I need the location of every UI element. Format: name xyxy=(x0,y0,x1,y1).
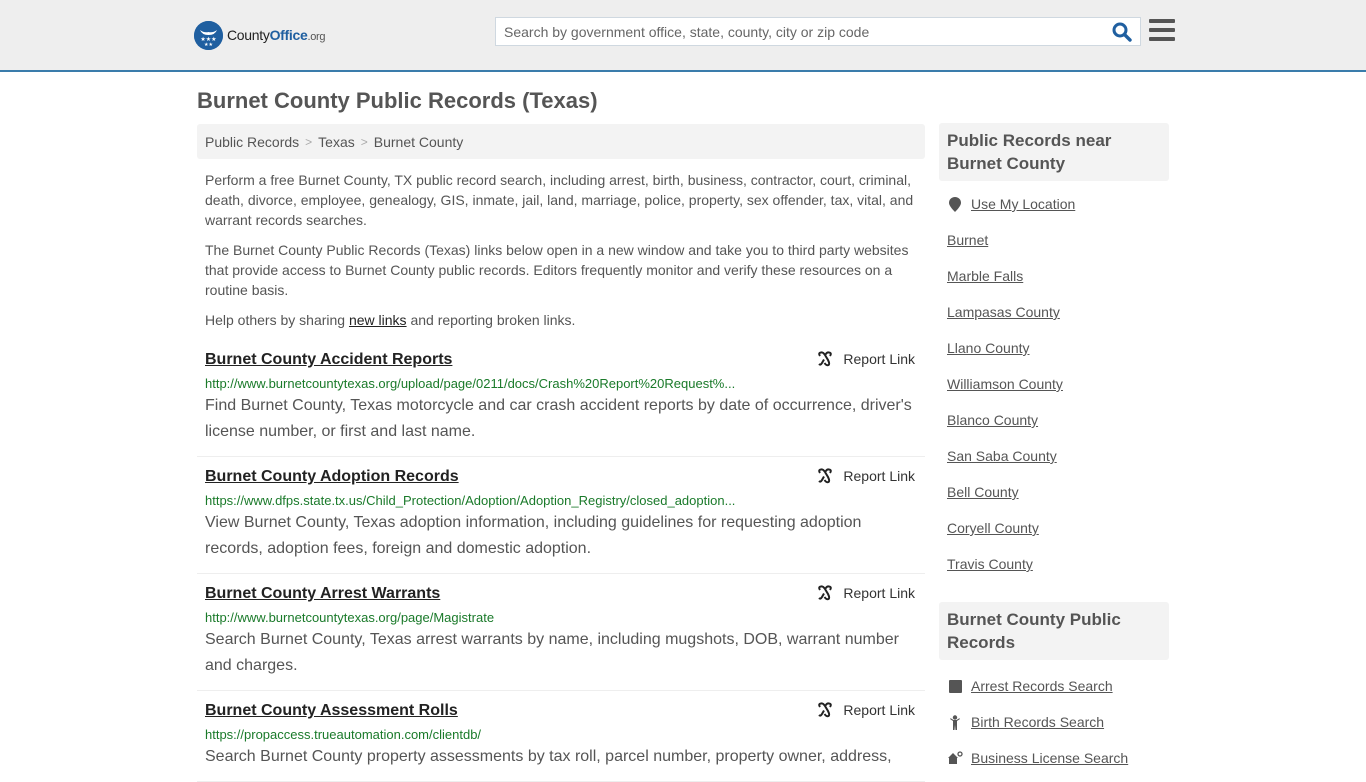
record-url: http://www.burnetcountytexas.org/page/Ma… xyxy=(205,610,495,625)
record-description: Search Burnet County property assessment… xyxy=(205,748,892,765)
new-links-link[interactable]: new links xyxy=(349,312,407,328)
business-icon xyxy=(947,751,963,765)
business-license-search-link[interactable]: Business License Search xyxy=(971,750,1128,766)
record-description: Find Burnet County, Texas motorcycle and… xyxy=(205,397,912,440)
broken-link-icon xyxy=(818,351,833,367)
broken-link-icon xyxy=(818,702,833,718)
breadcrumb-separator: > xyxy=(360,134,368,149)
nearby-link-lampasas-county[interactable]: Lampasas County xyxy=(947,304,1060,320)
nearby-item: Coryell County xyxy=(947,510,1161,546)
nearby-item: Llano County xyxy=(947,330,1161,366)
square-icon xyxy=(947,679,963,693)
nearby-item: Burnet xyxy=(947,222,1161,258)
breadcrumb: Public Records > Texas > Burnet County xyxy=(197,124,925,159)
nearby-link-williamson-county[interactable]: Williamson County xyxy=(947,376,1063,392)
breadcrumb-texas[interactable]: Texas xyxy=(318,134,355,150)
use-location-item: Use My Location xyxy=(947,186,1161,222)
intro-paragraph: The Burnet County Public Records (Texas)… xyxy=(205,242,909,298)
record-url: https://www.dfps.state.tx.us/Child_Prote… xyxy=(205,493,736,508)
nearby-heading: Public Records near Burnet County xyxy=(939,123,1169,181)
record-url: http://www.burnetcountytexas.org/upload/… xyxy=(205,376,736,391)
sidebar: Public Records near Burnet County Use My… xyxy=(939,123,1169,776)
intro-paragraph: Perform a free Burnet County, TX public … xyxy=(205,172,914,228)
broken-link-icon xyxy=(818,468,833,484)
search-input[interactable] xyxy=(496,18,1096,45)
nearby-link-coryell-county[interactable]: Coryell County xyxy=(947,520,1039,536)
breadcrumb-burnet-county[interactable]: Burnet County xyxy=(374,134,464,150)
logo-text: CountyOffice.org xyxy=(227,27,326,43)
report-link-button[interactable]: Report Link xyxy=(817,702,915,718)
record-title-link[interactable]: Burnet County Assessment Rolls xyxy=(205,701,458,721)
nearby-item: Williamson County xyxy=(947,366,1161,402)
top-header: ★★★ ★★ CountyOffice.org xyxy=(0,0,1366,72)
breadcrumb-separator: > xyxy=(305,134,313,149)
baby-icon xyxy=(947,714,963,730)
record-title-link[interactable]: Burnet County Arrest Warrants xyxy=(205,584,440,604)
record-description: View Burnet County, Texas adoption infor… xyxy=(205,514,862,557)
record-title-link[interactable]: Burnet County Adoption Records xyxy=(205,467,459,487)
report-link-button[interactable]: Report Link xyxy=(817,585,915,601)
breadcrumb-public-records[interactable]: Public Records xyxy=(205,134,299,150)
record-url: https://propaccess.trueautomation.com/cl… xyxy=(205,727,482,742)
use-my-location-link[interactable]: Use My Location xyxy=(971,196,1075,212)
site-logo[interactable]: ★★★ ★★ CountyOffice.org xyxy=(194,20,326,50)
nearby-link-bell-county[interactable]: Bell County xyxy=(947,484,1019,500)
record-description: Search Burnet County, Texas arrest warra… xyxy=(205,631,899,674)
nearby-link-san-saba-county[interactable]: San Saba County xyxy=(947,448,1057,464)
eagle-logo-icon: ★★★ ★★ xyxy=(194,20,223,50)
report-link-button[interactable]: Report Link xyxy=(817,468,915,484)
search-button[interactable] xyxy=(1112,22,1132,42)
search-icon xyxy=(1112,22,1132,42)
county-record-item: Business License Search xyxy=(947,740,1161,776)
main-content: Public Records > Texas > Burnet County P… xyxy=(197,124,925,782)
nearby-link-llano-county[interactable]: Llano County xyxy=(947,340,1030,356)
menu-bar xyxy=(1149,37,1175,41)
broken-link-icon xyxy=(818,585,833,601)
records-list: Burnet County Accident Reports Report Li… xyxy=(197,340,925,782)
map-pin-icon xyxy=(947,196,963,212)
county-record-item: Arrest Records Search xyxy=(947,668,1161,704)
svg-text:★★: ★★ xyxy=(204,42,213,48)
record-item: Burnet County Accident Reports Report Li… xyxy=(197,340,925,457)
nearby-link-blanco-county[interactable]: Blanco County xyxy=(947,412,1038,428)
nearby-item: Travis County xyxy=(947,546,1161,582)
nearby-link-burnet[interactable]: Burnet xyxy=(947,232,988,248)
arrest-records-search-link[interactable]: Arrest Records Search xyxy=(971,678,1113,694)
report-link-button[interactable]: Report Link xyxy=(817,351,915,367)
record-item: Burnet County Assessment Rolls Report Li… xyxy=(197,691,925,782)
county-records-list: Arrest Records Search Birth Records Sear… xyxy=(939,668,1169,776)
nearby-item: San Saba County xyxy=(947,438,1161,474)
search-box xyxy=(495,17,1141,46)
nearby-link-marble-falls[interactable]: Marble Falls xyxy=(947,268,1023,284)
record-item: Burnet County Adoption Records Report Li… xyxy=(197,457,925,574)
birth-records-search-link[interactable]: Birth Records Search xyxy=(971,714,1104,730)
nearby-item: Blanco County xyxy=(947,402,1161,438)
menu-bar xyxy=(1149,19,1175,23)
record-title-link[interactable]: Burnet County Accident Reports xyxy=(205,350,452,370)
nearby-item: Lampasas County xyxy=(947,294,1161,330)
page-title: Burnet County Public Records (Texas) xyxy=(197,88,598,113)
record-item: Burnet County Arrest Warrants Report Lin… xyxy=(197,574,925,691)
nearby-item: Bell County xyxy=(947,474,1161,510)
county-records-heading: Burnet County Public Records xyxy=(939,602,1169,660)
nearby-item: Marble Falls xyxy=(947,258,1161,294)
intro-section: Perform a free Burnet County, TX public … xyxy=(197,170,925,330)
nearby-list: Use My Location Burnet Marble Falls Lamp… xyxy=(939,186,1169,582)
menu-bar xyxy=(1149,28,1175,32)
help-paragraph: Help others by sharing new links and rep… xyxy=(205,312,576,328)
nearby-link-travis-county[interactable]: Travis County xyxy=(947,556,1033,572)
hamburger-menu-button[interactable] xyxy=(1149,19,1175,42)
county-record-item: Birth Records Search xyxy=(947,704,1161,740)
